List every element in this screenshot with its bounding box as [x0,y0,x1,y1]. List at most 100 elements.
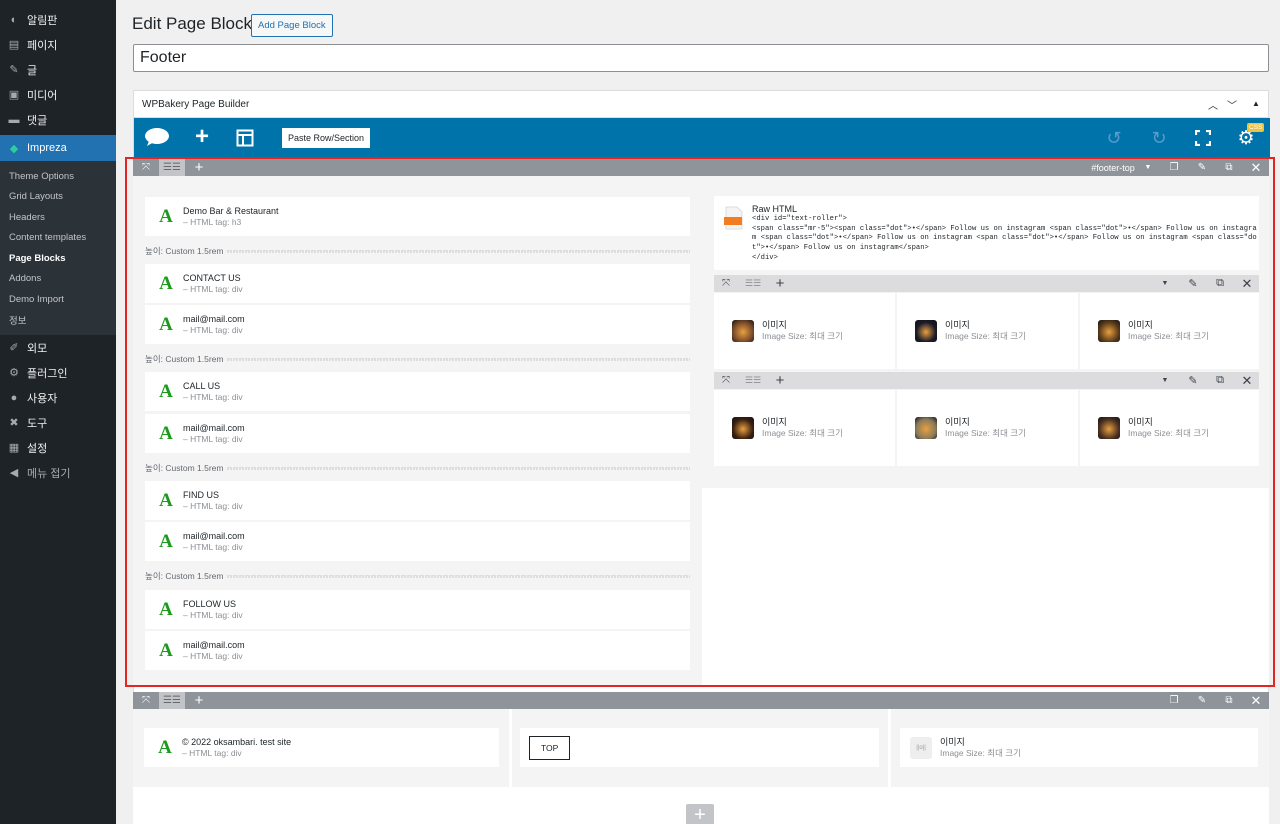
top-button[interactable]: TOP [529,735,571,760]
row-edit-icon[interactable]: ✎ [1195,692,1209,709]
menu-label: 외모 [27,342,48,355]
row-delete-icon[interactable]: ✕ [1249,159,1263,176]
row-id-label: #footer-top [1091,162,1135,173]
menu-item-users[interactable]: ● 사용자 [0,385,116,410]
image-element[interactable]: 이미지 Image Size: 최대 크기 [897,293,1078,369]
submenu-grid-layouts[interactable]: Grid Layouts [0,187,116,208]
image-element[interactable]: 이미지 Image Size: 최대 크기 [897,390,1078,466]
image-element[interactable]: 이미지 Image Size: 최대 크기 [1080,390,1259,466]
row-copy-icon[interactable]: ❐ [1167,159,1181,176]
text-element[interactable]: A CONTACT US – HTML tag: div [145,264,690,303]
inner-row-add-icon[interactable]: + [773,275,787,292]
add-element-icon[interactable]: + [192,123,212,150]
image-element[interactable]: 이미지 Image Size: 최대 크기 [714,390,895,466]
fullscreen-icon[interactable] [1193,128,1213,148]
redo-icon[interactable]: ↻ [1149,128,1169,148]
collapse-panel-icon[interactable]: ▲ [1252,99,1260,108]
row-add-column-icon[interactable]: + [192,692,206,709]
inner-row-delete-icon[interactable]: ✕ [1240,372,1254,389]
text-element[interactable]: Amail@mail.com – HTML tag: div [145,631,690,670]
image-element[interactable]: 이미지 Image Size: 최대 크기 [1080,293,1259,369]
inner-row-move-icon[interactable]: ⤧ [719,372,733,389]
text-element[interactable]: Amail@mail.com – HTML tag: div [145,305,690,344]
text-element[interactable]: A FOLLOW US – HTML tag: div [145,590,690,629]
row-dropdown-icon[interactable]: ▼ [1141,159,1155,176]
element-subtitle: Image Size: 최대 크기 [945,428,1026,438]
element-subtitle: – HTML tag: div [183,324,243,335]
menu-item-tools[interactable]: ✖ 도구 [0,410,116,435]
inner-row-layout-icon[interactable]: ☰☰ [740,275,766,292]
submenu-headers[interactable]: Headers [0,207,116,228]
submenu-demo-import[interactable]: Demo Import [0,289,116,310]
menu-item-appearance[interactable]: ✐ 외모 [0,335,116,360]
text-element[interactable]: Amail@mail.com – HTML tag: div [145,522,690,561]
separator-element[interactable]: 높이: Custom 1.5rem [145,461,690,475]
title-field[interactable] [133,44,1269,72]
row-move-icon[interactable]: ⤧ [139,159,153,176]
menu-item-pages[interactable]: ▤ 페이지 [0,32,116,57]
css-badge: CSS [1247,123,1265,132]
raw-html-code: <div id="text-roller"> <span class="mr-5… [752,215,1257,262]
image-element[interactable]: ||o|| 이미지 Image Size: 최대 크기 [900,728,1258,767]
submenu-content-templates[interactable]: Content templates [0,228,116,249]
image-element[interactable]: 이미지 Image Size: 최대 크기 [714,293,895,369]
row-copy-icon[interactable]: ❐ [1167,692,1181,709]
element-title: CALL US [183,380,221,391]
raw-html-title: Raw HTML [752,204,798,214]
inner-row-edit-icon[interactable]: ✎ [1186,275,1200,292]
submenu-info[interactable]: 정보 [0,310,116,331]
inner-row-clone-icon[interactable]: ⧉ [1213,372,1227,389]
submenu-addons[interactable]: Addons [0,269,116,290]
inner-row-delete-icon[interactable]: ✕ [1240,275,1254,292]
inner-row-clone-icon[interactable]: ⧉ [1213,275,1227,292]
add-page-block-button[interactable]: Add Page Block [251,14,333,37]
inner-row-layout-icon[interactable]: ☰☰ [740,372,766,389]
menu-item-collapse[interactable]: ◀ 메뉴 접기 [0,460,116,485]
row-footer-bottom: ⤧ ☰☰ + ❐ ✎ ⧉ ✕ A © 2022 oksambari. test s… [133,692,1269,824]
separator-element[interactable]: 높이: Custom 1.5rem [145,569,690,583]
undo-icon[interactable]: ↺ [1104,128,1124,148]
menu-item-plugins[interactable]: ⚙ 플러그인 [0,360,116,385]
row-delete-icon[interactable]: ✕ [1249,692,1263,709]
raw-html-element[interactable]: Raw HTML <div id="text-roller"> <span cl… [714,196,1259,270]
row-move-icon[interactable]: ⤧ [139,692,153,709]
text-element[interactable]: A Demo Bar & Restaurant – HTML tag: h3 [145,197,690,236]
inner-row-edit-icon[interactable]: ✎ [1186,372,1200,389]
wpbakery-logo-icon[interactable] [144,127,170,147]
row-clone-icon[interactable]: ⧉ [1222,692,1236,709]
paste-row-button[interactable]: Paste Row/Section [282,128,371,148]
raw-html-icon [724,206,744,230]
row-layout-icon[interactable]: ☰☰ [159,159,185,176]
button-element[interactable]: TOP [520,728,879,767]
submenu-page-blocks[interactable]: Page Blocks [0,248,116,269]
menu-item-posts[interactable]: ✎ 글 [0,57,116,82]
separator-element[interactable]: 높이: Custom 1.5rem [145,352,690,366]
menu-item-comments[interactable]: ▬ 댓글 [0,107,116,132]
image-thumbnail [915,320,937,342]
inner-row-add-icon[interactable]: + [773,372,787,389]
menu-item-impreza[interactable]: ◆ Impreza [0,135,116,161]
row-clone-icon[interactable]: ⧉ [1222,159,1236,176]
text-element[interactable]: A FIND US – HTML tag: div [145,481,690,520]
menu-item-dashboard[interactable]: ◐ 알림판 [0,7,116,32]
text-element[interactable]: Amail@mail.com – HTML tag: div [145,414,690,453]
inner-row-move-icon[interactable]: ⤧ [719,275,733,292]
menu-item-settings[interactable]: ▦ 설정 [0,435,116,460]
submenu-theme-options[interactable]: Theme Options [0,166,116,187]
separator-value: 1.5rem [197,463,224,473]
element-title: CONTACT US [183,272,241,283]
menu-item-media[interactable]: ▣ 미디어 [0,82,116,107]
row-layout-icon[interactable]: ☰☰ [159,692,185,709]
wpbakery-header: WPBakery Page Builder ︿ ﹀ ▲ [134,91,1268,118]
move-down-icon[interactable]: ﹀ [1227,97,1237,112]
separator-element[interactable]: 높이: Custom 1.5rem [145,244,690,258]
add-row-button[interactable]: + [686,804,714,824]
inner-row-dropdown-icon[interactable]: ▼ [1158,275,1172,292]
text-element[interactable]: A © 2022 oksambari. test site – HTML tag: … [144,728,499,767]
move-up-icon[interactable]: ︿ [1208,97,1218,112]
templates-icon[interactable] [235,128,255,148]
inner-row-dropdown-icon[interactable]: ▼ [1158,372,1172,389]
row-edit-icon[interactable]: ✎ [1195,159,1209,176]
row-add-column-icon[interactable]: + [192,159,206,176]
text-element[interactable]: A CALL US – HTML tag: div [145,372,690,411]
